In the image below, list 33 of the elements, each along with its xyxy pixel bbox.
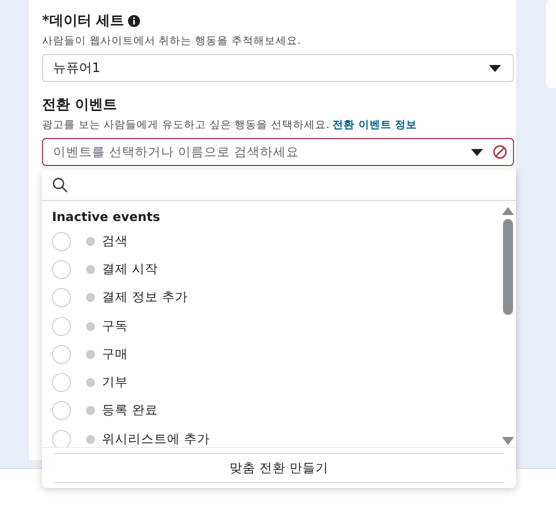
scroll-up-icon[interactable] [502,207,514,215]
search-icon [52,177,68,193]
field-label: *데이터 세트 [42,12,124,30]
event-option[interactable]: 구매 [102,346,128,363]
event-option[interactable]: 결제 정보 추가 [102,289,188,306]
error-icon [493,145,507,159]
radio-button[interactable] [52,430,71,447]
info-link[interactable]: 전환 이벤트 정보 [332,119,418,131]
field-description: 광고를 보는 사람들에게 유도하고 싶은 행동을 선택하세요. 전환 이벤트 정보 [42,118,418,132]
radio-button[interactable] [52,344,71,364]
event-option[interactable]: 등록 완료 [102,402,158,420]
field-description: 사람들이 웹사이트에서 취하는 행동을 추적해보세요. [42,34,302,48]
scroll-thumb[interactable] [503,219,513,315]
radio-button[interactable] [52,373,71,392]
field-label: 전환 이벤트 [42,96,117,114]
event-option[interactable]: 검색 [102,232,128,250]
event-select[interactable]: 이벤트를 선택하거나 이름으로 검색하세요 [42,138,514,166]
event-option[interactable]: 위시리스트에 추가 [102,430,210,447]
radio-button[interactable] [52,288,71,308]
radio-button[interactable] [52,260,71,279]
caret-icon [489,64,501,72]
caret-icon [471,148,483,156]
event-option[interactable]: 기부 [102,374,128,392]
scroll-down-icon[interactable] [502,437,514,445]
create-conversion-button[interactable]: 맞춤 전환 만들기 [54,453,504,483]
dataset-select[interactable]: 뉴퓨어1 [42,54,514,82]
section-heading: Inactive events [52,208,162,226]
radio-button[interactable] [52,232,71,251]
radio-button[interactable] [52,401,71,420]
radio-button[interactable] [52,316,71,336]
event-option[interactable]: 구독 [102,318,128,335]
event-option[interactable]: 결제 시작 [102,260,158,278]
info-icon[interactable] [128,15,140,27]
